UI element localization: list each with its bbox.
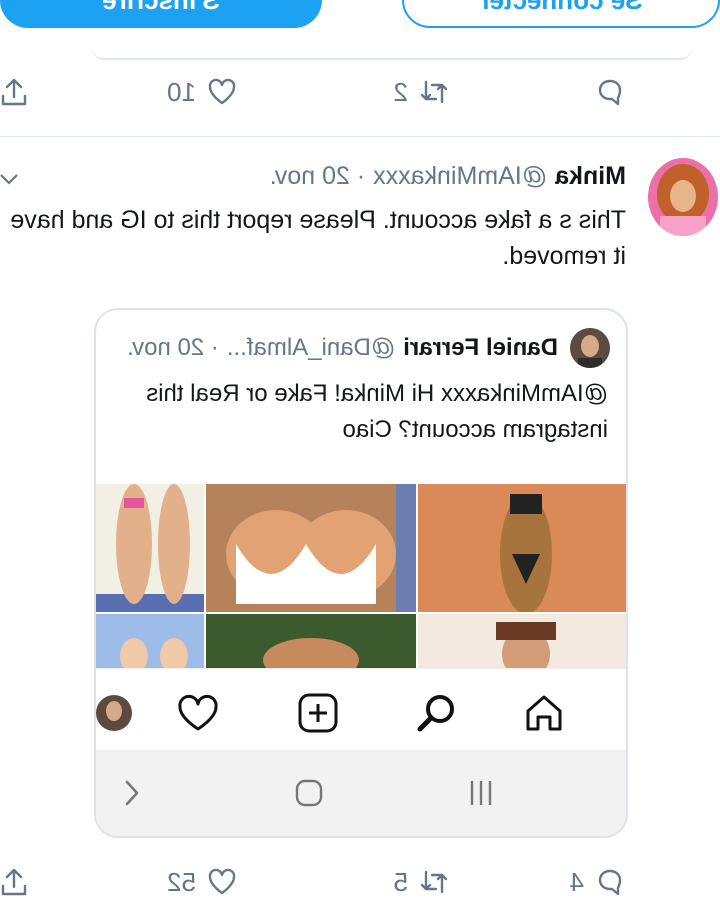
embedded-date: · 20 nov. <box>127 334 219 361</box>
photo-image <box>96 484 204 612</box>
signup-label: S'inscrire <box>102 0 219 16</box>
profile-icon <box>96 695 132 731</box>
like-button[interactable]: 52 <box>167 866 238 898</box>
share-icon <box>1 78 27 106</box>
login-label: Se connecter <box>479 0 642 16</box>
heart-icon <box>208 868 236 895</box>
author-handle[interactable]: @IAmMinkaxxx <box>373 162 547 194</box>
screenshot-stage: Se connecter S'inscrire 2 10 <box>0 0 720 900</box>
tweet-menu-button[interactable] <box>0 168 20 190</box>
retweet-count: 2 <box>393 76 408 107</box>
instagram-search-button[interactable] <box>416 691 460 740</box>
retweet-count: 5 <box>393 866 408 897</box>
embedded-author-handle: @Dani_Almaf... <box>226 334 396 361</box>
android-recent-apps-button[interactable] <box>466 778 496 813</box>
home-icon <box>526 695 562 731</box>
reply-icon <box>598 869 622 896</box>
tweet-actions: 4 5 52 <box>0 866 720 900</box>
card-edge <box>92 48 692 60</box>
avatar-image <box>648 158 718 236</box>
photo-image <box>96 614 204 668</box>
author-name[interactable]: Minka <box>555 162 626 194</box>
share-button[interactable] <box>0 76 30 108</box>
chevron-down-icon <box>0 174 18 185</box>
embedded-avatar <box>570 328 610 368</box>
tweet-text: This s a fake account. Please report thi… <box>10 206 626 270</box>
instagram-profile-button[interactable] <box>96 695 132 731</box>
photo-image <box>418 484 626 612</box>
photo-thumbnail[interactable] <box>206 614 416 668</box>
instagram-photo-grid <box>96 484 626 668</box>
divider <box>0 136 720 137</box>
instagram-activity-button[interactable] <box>176 691 220 740</box>
photo-thumbnail[interactable] <box>206 484 416 612</box>
top-tweet-actions: 2 10 <box>0 76 720 120</box>
tweet-date[interactable]: · 20 nov. <box>270 162 365 194</box>
retweet-icon <box>420 80 448 104</box>
android-nav-bar <box>96 750 626 838</box>
photo-thumbnail[interactable] <box>96 614 204 668</box>
signup-button[interactable]: S'inscrire <box>0 0 322 28</box>
embedded-header: Daniel Ferrari @Dani_Almaf... · 20 nov. <box>127 334 558 362</box>
photo-image <box>418 614 626 668</box>
like-count: 52 <box>167 866 196 897</box>
reply-icon <box>598 79 622 106</box>
share-icon <box>1 868 27 896</box>
search-icon <box>417 695 454 732</box>
retweet-button[interactable]: 2 <box>394 76 450 108</box>
embedded-text: @IAmMinkaxxx Hi Minka! Fake or Real this… <box>146 380 608 443</box>
embedded-author-name: Daniel Ferrari <box>403 334 558 361</box>
instagram-add-button[interactable] <box>296 691 340 740</box>
retweet-button[interactable]: 5 <box>394 866 450 898</box>
reply-count: 4 <box>569 866 584 897</box>
android-home-button[interactable] <box>294 778 324 813</box>
instagram-bottom-nav <box>96 668 626 751</box>
tweet-header-row: Minka @IAmMinkaxxx · 20 nov. <box>270 162 626 194</box>
instagram-home-button[interactable] <box>522 691 566 740</box>
photo-image <box>206 614 416 668</box>
like-count: 10 <box>167 76 196 107</box>
android-back-button[interactable] <box>116 778 146 813</box>
embedded-image-card[interactable]: Daniel Ferrari @Dani_Almaf... · 20 nov. … <box>94 308 628 838</box>
photo-image <box>206 484 416 612</box>
reply-button[interactable] <box>594 76 626 108</box>
photo-thumbnail[interactable] <box>96 484 204 612</box>
like-button[interactable]: 10 <box>167 76 238 108</box>
share-button[interactable] <box>0 866 30 898</box>
heart-icon <box>208 78 236 105</box>
reply-button[interactable]: 4 <box>570 866 626 898</box>
photo-thumbnail[interactable] <box>418 484 626 612</box>
login-button[interactable]: Se connecter <box>402 0 720 28</box>
recent-apps-icon <box>470 781 492 805</box>
heart-icon <box>178 694 218 731</box>
photo-thumbnail[interactable] <box>418 614 626 668</box>
add-icon <box>298 693 338 733</box>
retweet-icon <box>420 870 448 894</box>
back-icon <box>125 780 139 806</box>
embedded-avatar-image <box>570 328 610 368</box>
home-icon <box>295 779 323 807</box>
avatar[interactable] <box>648 158 718 236</box>
